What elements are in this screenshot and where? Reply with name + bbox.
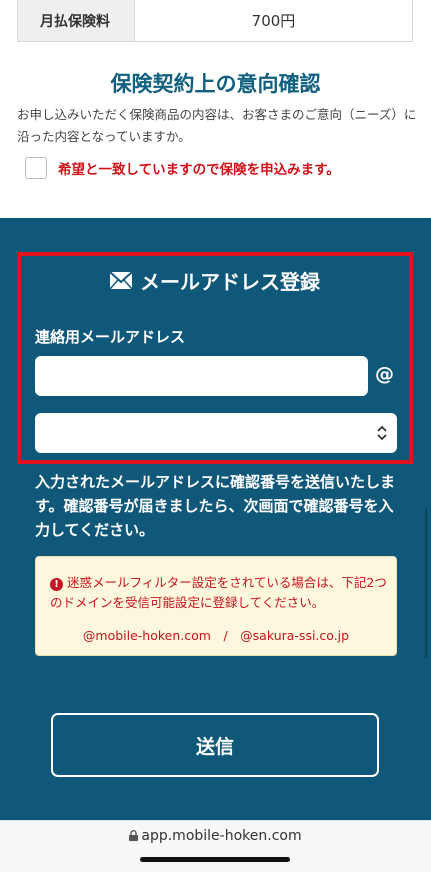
url-display[interactable]: app.mobile-hoken.com [0, 828, 431, 844]
home-indicator [140, 857, 290, 862]
email-field-label: 連絡用メールアドレス [35, 328, 186, 346]
exclamation-icon: ! [50, 578, 63, 591]
intent-confirm-label[interactable]: 希望と一致していますので保険を申込みます。 [58, 158, 340, 178]
email-info-text: 入力されたメールアドレスに確認番号を送信いたします。確認番号が届きましたら、次画… [35, 473, 396, 539]
premium-label: 月払保険料 [18, 0, 135, 41]
chevron-updown-icon [377, 425, 387, 441]
email-registration-section: メールアドレス登録 連絡用メールアドレス @ 入力されたメールアドレスに確認番号… [0, 218, 431, 820]
email-heading-text: メールアドレス登録 [140, 270, 320, 294]
email-domain-select[interactable] [35, 413, 397, 453]
premium-value: 700円 [251, 12, 296, 30]
email-highlight-box: メールアドレス登録 連絡用メールアドレス @ [17, 252, 413, 464]
url-text: app.mobile-hoken.com [141, 828, 302, 844]
email-heading: メールアドレス登録 [21, 266, 409, 295]
intent-description: お申し込みいただく保険商品の内容は、お客さまのご意向（ニーズ）に沿った内容となっ… [17, 107, 417, 144]
at-sign: @ [375, 363, 394, 385]
lock-icon [129, 830, 139, 841]
mail-icon [110, 272, 132, 289]
intent-confirm-row[interactable]: 希望と一致していますので保険を申込みます。 [25, 157, 340, 179]
intent-title: 保険契約上の意向確認 [110, 72, 321, 96]
premium-row: 月払保険料 700円 [17, 0, 413, 42]
scrollbar[interactable] [425, 508, 427, 658]
submit-button[interactable]: 送信 [51, 713, 379, 777]
warning-message: ! 迷惑メールフィルター設定をされている場合は、下記2つのドメインを受信可能設定に… [50, 573, 388, 613]
warning-domains: @mobile-hoken.com / @sakura-ssi.co.jp [82, 628, 350, 643]
warning-box: ! 迷惑メールフィルター設定をされている場合は、下記2つのドメインを受信可能設定に… [35, 556, 397, 656]
email-local-input[interactable] [35, 356, 368, 396]
warning-text: 迷惑メールフィルター設定をされている場合は、下記2つのドメインを受信可能設定に登… [50, 575, 387, 610]
intent-confirm-checkbox[interactable] [25, 157, 47, 179]
browser-url-bar[interactable]: app.mobile-hoken.com [0, 820, 431, 872]
